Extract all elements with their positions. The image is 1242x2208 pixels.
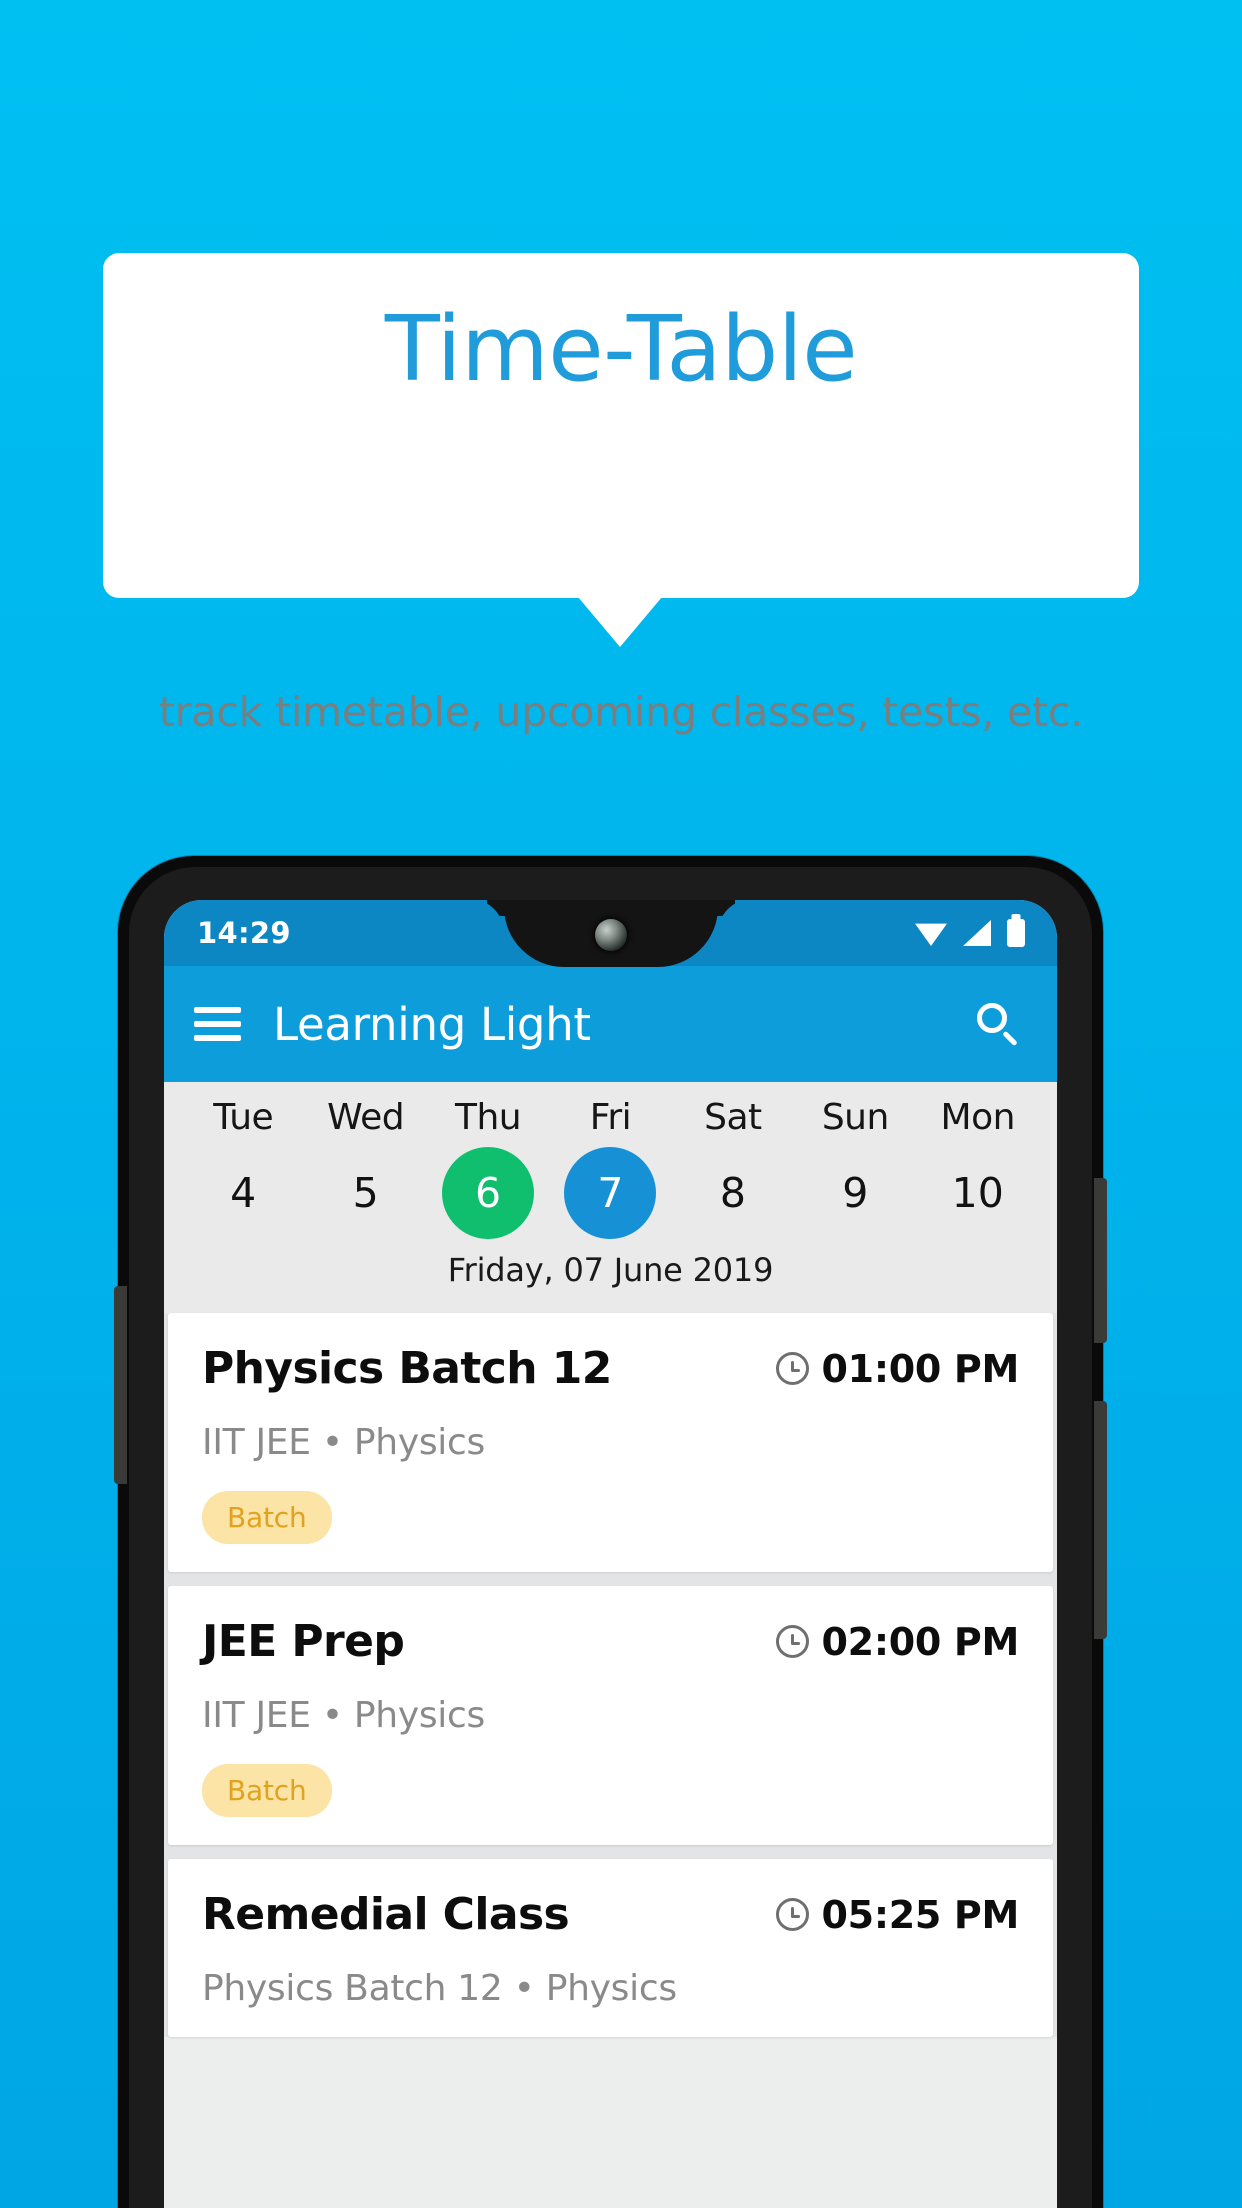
phone-side-button[interactable]	[1094, 1401, 1107, 1639]
day-number-container: 7	[549, 1144, 671, 1242]
date-strip: Tue 4 Wed 5 Thu 6 Fri 7 Sat 8 Sun 9 Mon 10 Friday, 07…	[164, 1082, 1057, 1313]
day-number[interactable]: 9	[809, 1147, 901, 1239]
selected-full-date: Friday, 07 June 2019	[447, 1251, 774, 1289]
search-icon-handle	[1002, 1030, 1018, 1047]
clock-icon	[775, 1898, 809, 1931]
day-name-label: Sun	[821, 1097, 889, 1138]
class-title: Remedial Class	[202, 1889, 570, 1940]
promo-title: Time-Table	[384, 297, 858, 402]
signal-icon	[963, 920, 991, 946]
class-title: JEE Prep	[202, 1616, 405, 1667]
front-camera-icon	[594, 919, 627, 951]
class-subtitle: IIT JEE • Physics	[202, 1422, 485, 1463]
class-time-container: 01:00 PM	[775, 1346, 1020, 1391]
date-strip-day[interactable]: Sun 9	[794, 1095, 916, 1242]
day-number-container: 4	[182, 1144, 304, 1242]
class-card-header: Physics Batch 12 01:00 PM	[202, 1343, 1019, 1394]
class-type-chip: Batch	[202, 1491, 332, 1544]
search-icon[interactable]	[975, 1001, 1021, 1047]
phone-volume-button[interactable]	[114, 1286, 127, 1484]
day-name-label: Thu	[454, 1097, 522, 1138]
hamburger-line	[194, 1007, 241, 1013]
class-title: Physics Batch 12	[202, 1343, 612, 1394]
day-number-container: 8	[672, 1144, 794, 1242]
phone-power-button[interactable]	[1094, 1178, 1107, 1343]
day-name-label: Mon	[940, 1097, 1016, 1138]
class-card[interactable]: Physics Batch 12 01:00 PM IIT JEE • Physic…	[168, 1313, 1053, 1572]
hamburger-line	[194, 1021, 241, 1027]
class-time: 01:00 PM	[821, 1346, 1020, 1391]
status-bar-time: 14:29	[197, 916, 291, 950]
day-name-label: Tue	[213, 1097, 274, 1138]
date-strip-day[interactable]: Sat 8	[672, 1095, 794, 1242]
promo-subtitle: track timetable, upcoming classes, tests…	[158, 688, 1084, 736]
hamburger-menu-icon[interactable]	[194, 1007, 241, 1041]
day-number[interactable]: 10	[932, 1147, 1024, 1239]
day-name-label: Sat	[704, 1097, 762, 1138]
day-number-container: 5	[304, 1144, 426, 1242]
clock-icon	[775, 1625, 809, 1658]
day-number-selected[interactable]: 7	[564, 1147, 657, 1239]
class-card-header: Remedial Class 05:25 PM	[202, 1889, 1019, 1940]
promo-callout-bubble: Time-Table	[103, 253, 1139, 598]
day-number-container: 6	[427, 1144, 549, 1242]
class-time-container: 02:00 PM	[775, 1619, 1020, 1664]
wifi-icon	[915, 923, 947, 946]
day-number[interactable]: 5	[320, 1147, 412, 1239]
class-time: 02:00 PM	[821, 1619, 1020, 1664]
class-type-chip: Batch	[202, 1764, 332, 1817]
class-subtitle: IIT JEE • Physics	[202, 1695, 485, 1736]
date-strip-day[interactable]: Wed 5	[304, 1095, 426, 1242]
phone-notch	[503, 900, 718, 967]
date-strip-day[interactable]: Tue 4	[182, 1095, 304, 1242]
date-strip-day[interactable]: Thu 6	[427, 1095, 549, 1242]
day-name-label: Fri	[589, 1097, 632, 1138]
clock-icon	[775, 1352, 809, 1385]
class-subtitle: Physics Batch 12 • Physics	[202, 1968, 677, 2009]
promo-screenshot: Time-Table track timetable, upcoming cla…	[0, 0, 1242, 2208]
day-number-container: 9	[794, 1144, 916, 1242]
phone-mockup: 14:29 Learning Light Tue 4 Wed 5 Thu 6 F…	[114, 856, 1107, 2208]
day-number[interactable]: 4	[197, 1147, 289, 1239]
search-icon-ring	[977, 1003, 1007, 1033]
date-strip-days: Tue 4 Wed 5 Thu 6 Fri 7 Sat 8 Sun 9 Mon 10	[164, 1095, 1057, 1242]
date-strip-day[interactable]: Mon 10	[917, 1095, 1039, 1242]
day-name-label: Wed	[327, 1097, 405, 1138]
status-bar-icons	[915, 919, 1025, 947]
class-time-container: 05:25 PM	[775, 1892, 1020, 1937]
class-list: Physics Batch 12 01:00 PM IIT JEE • Physic…	[164, 1313, 1057, 2037]
date-strip-day[interactable]: Fri 7	[549, 1095, 671, 1242]
app-bar: Learning Light	[164, 966, 1057, 1082]
class-time: 05:25 PM	[821, 1892, 1020, 1937]
day-number[interactable]: 8	[687, 1147, 779, 1239]
class-card-header: JEE Prep 02:00 PM	[202, 1616, 1019, 1667]
day-number-container: 10	[917, 1144, 1039, 1242]
day-number-today[interactable]: 6	[442, 1147, 535, 1239]
battery-icon	[1007, 919, 1025, 947]
class-card[interactable]: Remedial Class 05:25 PM Physics Batch 12 •…	[168, 1859, 1053, 2037]
phone-screen: 14:29 Learning Light Tue 4 Wed 5 Thu 6 F…	[164, 900, 1057, 2208]
callout-tail	[578, 597, 662, 647]
app-bar-title: Learning Light	[273, 997, 591, 1051]
class-card[interactable]: JEE Prep 02:00 PM IIT JEE • Physics Batch	[168, 1586, 1053, 1845]
hamburger-line	[194, 1035, 241, 1041]
